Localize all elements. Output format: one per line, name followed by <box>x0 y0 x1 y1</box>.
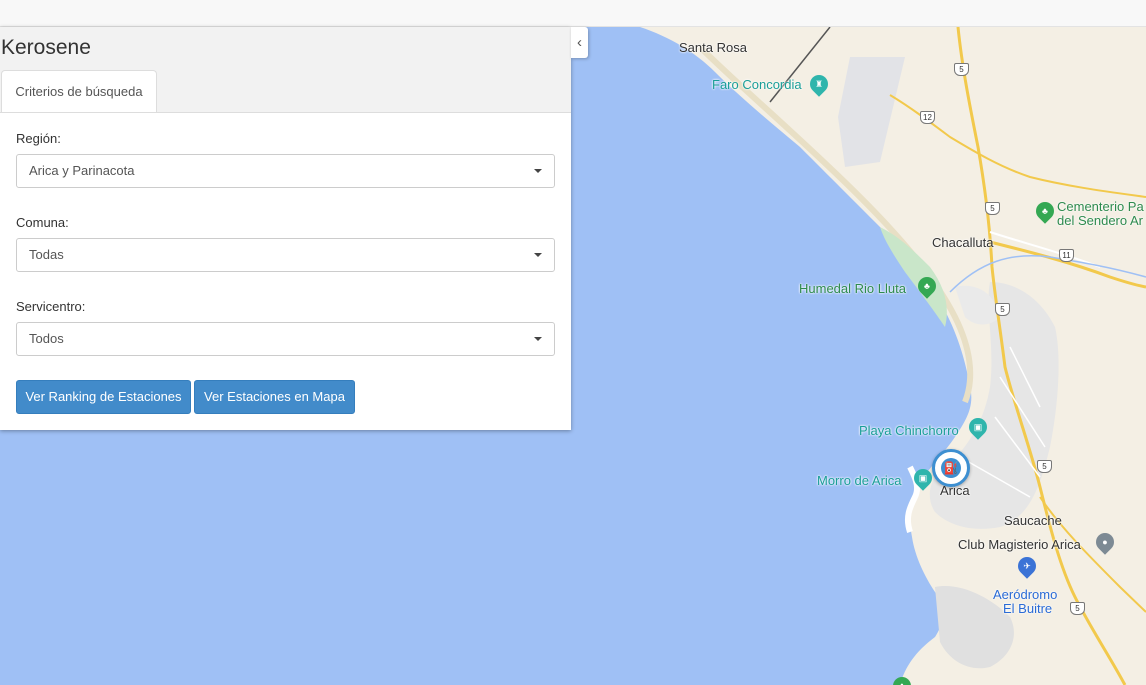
route-shield: 5 <box>995 303 1010 316</box>
comuna-label: Comuna: <box>16 215 69 230</box>
place-label-aerodromo-2: El Buitre <box>1003 601 1053 616</box>
place-label-playa-chinchorro: Playa Chinchorro <box>859 423 959 438</box>
region-select[interactable]: Arica y Parinacota <box>16 154 555 188</box>
place-label-club-magisterio: Club Magisterio Arica <box>958 537 1081 552</box>
region-label: Región: <box>16 131 61 146</box>
place-label-faro-concordia: Faro Concordia <box>712 77 802 92</box>
ver-ranking-button[interactable]: Ver Ranking de Estaciones <box>16 380 191 414</box>
servicentro-select-value: Todos <box>29 331 64 346</box>
caret-down-icon <box>534 337 542 341</box>
comuna-select-value: Todas <box>29 247 64 262</box>
route-shield: 5 <box>1037 460 1052 473</box>
place-label-saucache: Saucache <box>1004 513 1062 528</box>
route-shield: 12 <box>920 111 935 124</box>
route-shield: 5 <box>985 202 1000 215</box>
servicentro-select[interactable]: Todos <box>16 322 555 356</box>
place-label-cementerio-1: Cementerio Pa <box>1057 199 1144 214</box>
place-label-santa-rosa: Santa Rosa <box>679 40 747 55</box>
comuna-select[interactable]: Todas <box>16 238 555 272</box>
fuel-pump-icon: ⛽ <box>941 458 961 478</box>
route-shield: 11 <box>1059 249 1074 262</box>
place-label-chacalluta: Chacalluta <box>932 235 994 250</box>
tab-criterios-busqueda[interactable]: Criterios de búsqueda <box>1 70 157 113</box>
place-label-humedal: Humedal Rio Lluta <box>799 281 906 296</box>
place-label-morro-de-arica: Morro de Arica <box>817 473 902 488</box>
place-label-aerodromo-1: Aeródromo <box>993 587 1058 602</box>
caret-down-icon <box>534 169 542 173</box>
fuel-station-marker[interactable]: ⛽ <box>932 449 970 487</box>
top-bar <box>0 0 1146 27</box>
collapse-panel-button[interactable]: ‹ <box>571 27 588 58</box>
chevron-left-icon: ‹ <box>577 34 582 51</box>
search-panel: Kerosene Criterios de búsqueda Región: A… <box>0 27 571 430</box>
route-shield: 5 <box>954 63 969 76</box>
panel-title: Kerosene <box>1 36 91 59</box>
servicentro-label: Servicentro: <box>16 299 86 314</box>
caret-down-icon <box>534 253 542 257</box>
place-label-cementerio-2: del Sendero Ar <box>1057 213 1144 228</box>
route-shield: 5 <box>1070 602 1085 615</box>
region-select-value: Arica y Parinacota <box>29 163 135 178</box>
ver-mapa-button[interactable]: Ver Estaciones en Mapa <box>194 380 355 414</box>
